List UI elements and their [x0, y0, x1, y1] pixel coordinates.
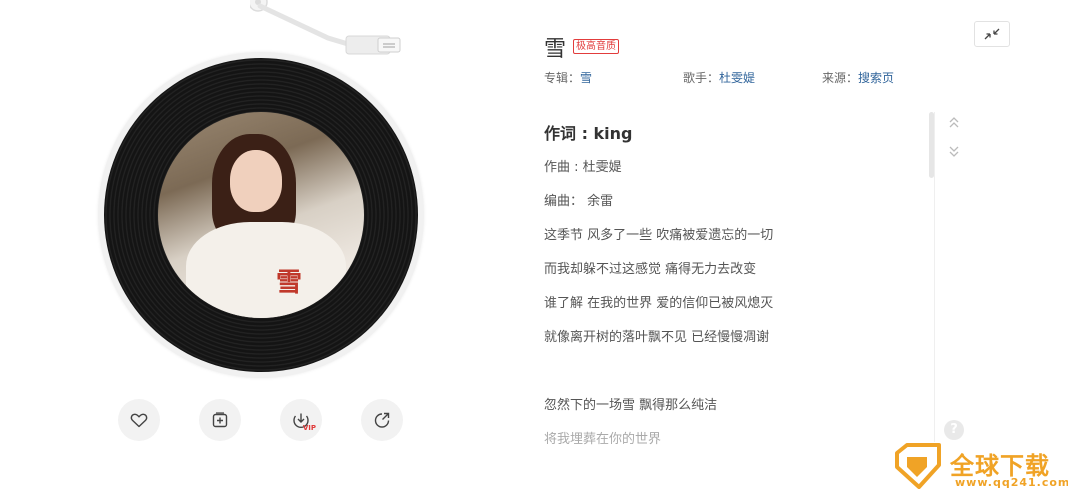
song-title: 雪 [544, 37, 567, 62]
album-label: 专辑： [544, 71, 581, 85]
singer-meta: 歌手：杜雯媞 [683, 69, 755, 86]
singer-label: 歌手： [683, 71, 720, 85]
disc-record: 雪 [104, 58, 418, 372]
lyric-line: 而我却躲不过这感觉 痛得无力去改变 [544, 262, 757, 277]
source-link[interactable]: 搜索页 [858, 71, 894, 85]
lyrics-divider [934, 112, 935, 442]
share-button[interactable] [361, 399, 403, 441]
lyric-line: 谁了解 在我的世界 爱的信仰已被风熄灭 [544, 296, 774, 311]
lyric-line: 这季节 风多了一些 吹痛被爱遗忘的一切 [544, 228, 774, 243]
vip-badge: VIP [302, 424, 316, 432]
watermark-url: www.qq241.com [955, 476, 1068, 489]
album-link[interactable]: 雪 [580, 71, 592, 85]
share-icon [374, 412, 390, 428]
scroll-up-button[interactable] [946, 115, 962, 131]
collapse-arrows-icon [984, 28, 1000, 40]
lyric-line: 编曲： 余雷 [544, 194, 614, 209]
heart-icon [130, 413, 148, 428]
album-meta: 专辑：雪 [544, 69, 592, 86]
add-box-icon [212, 412, 228, 428]
double-chevron-up-icon [949, 117, 959, 128]
vinyl-disc: 雪 [98, 52, 424, 378]
singer-link[interactable]: 杜雯媞 [719, 71, 755, 85]
lyric-line: 忽然下的一场雪 飘得那么纯洁 [544, 398, 718, 413]
cover-face [230, 150, 282, 212]
cover-title-mark: 雪 [276, 268, 303, 298]
double-chevron-down-icon [949, 146, 959, 157]
lyrics-scrollbar[interactable] [929, 112, 934, 178]
source-meta: 来源：搜索页 [822, 69, 894, 86]
cover-sweater [186, 222, 346, 318]
source-label: 来源： [822, 71, 859, 85]
watermark-logo [895, 443, 941, 489]
quality-badge: 极高音质 [573, 39, 619, 54]
lyric-line: 作曲 : 杜雯媞 [544, 160, 622, 175]
lyric-line: 将我埋葬在你的世界 [544, 432, 662, 447]
add-to-playlist-button[interactable] [199, 399, 241, 441]
lyric-line: 作词 : king [544, 124, 633, 143]
download-button[interactable]: VIP [280, 399, 322, 441]
collapse-button[interactable] [974, 21, 1010, 47]
album-cover: 雪 [158, 112, 364, 318]
help-button[interactable]: ? [944, 420, 964, 440]
lyric-line: 就像离开树的落叶飘不见 已经慢慢凋谢 [544, 330, 770, 345]
like-button[interactable] [118, 399, 160, 441]
scroll-down-button[interactable] [946, 143, 962, 159]
